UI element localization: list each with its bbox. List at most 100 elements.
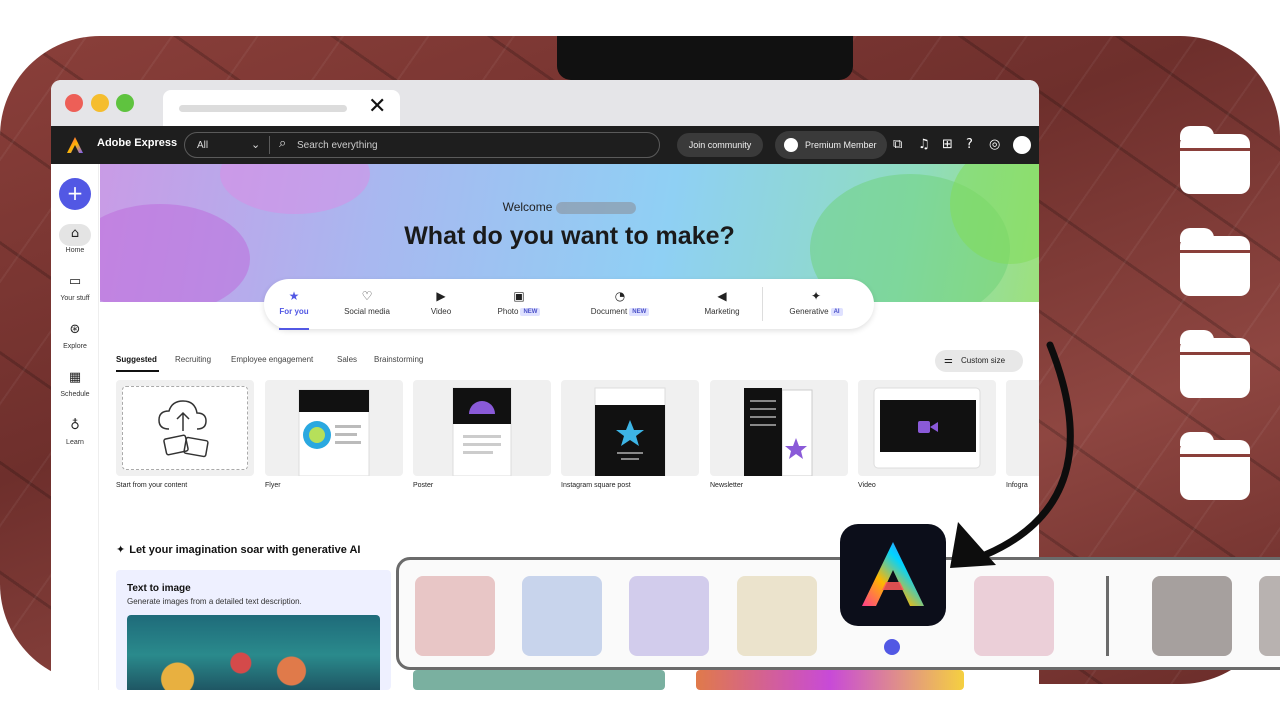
tab-photo[interactable]: ▣ Photo NEW bbox=[479, 288, 559, 316]
filter-recruiting[interactable]: Recruiting bbox=[175, 355, 211, 364]
generative-card[interactable] bbox=[696, 670, 964, 690]
adobe-express-logo[interactable] bbox=[65, 135, 85, 155]
dock-app-tile[interactable] bbox=[974, 576, 1054, 656]
template-label: Start from your content bbox=[116, 482, 188, 489]
template-card-start-from-content[interactable] bbox=[116, 380, 254, 476]
tab-marketing[interactable]: ◀ Marketing bbox=[682, 288, 762, 316]
template-card-instagram-post[interactable] bbox=[561, 380, 699, 476]
bell-icon[interactable]: ♫ bbox=[918, 136, 930, 154]
dock-app-tile[interactable] bbox=[415, 576, 495, 656]
folder-icon: ▭ bbox=[68, 274, 82, 289]
welcome-text: Welcome bbox=[100, 200, 1039, 214]
rail-label: Schedule bbox=[60, 391, 90, 398]
tab-social-media[interactable]: ♡ Social media bbox=[327, 288, 407, 316]
filter-sales[interactable]: Sales bbox=[337, 355, 357, 364]
camera-notch bbox=[557, 36, 853, 80]
new-badge: NEW bbox=[520, 307, 541, 316]
left-rail: + ⌂ Home ▭ Your stuff ⊛ Explore ▦ Schedu… bbox=[51, 164, 99, 690]
tab-label: Generative bbox=[789, 307, 829, 316]
template-card-infographic[interactable] bbox=[1006, 380, 1039, 476]
template-label: Flyer bbox=[265, 482, 281, 489]
search-scope-select[interactable]: All bbox=[197, 140, 208, 151]
rail-item-home[interactable]: ⌂ Home bbox=[51, 224, 99, 254]
template-card-newsletter[interactable] bbox=[710, 380, 848, 476]
dock-app-tile[interactable] bbox=[522, 576, 602, 656]
active-tab-underline bbox=[279, 328, 309, 330]
tab-label: Marketing bbox=[704, 307, 740, 316]
tab-divider bbox=[762, 287, 763, 321]
chevron-down-icon[interactable]: ⌄ bbox=[251, 138, 260, 151]
adobe-express-app-icon[interactable] bbox=[840, 524, 946, 626]
tab-generative[interactable]: ✦ Generative AI bbox=[776, 288, 856, 316]
tab-document[interactable]: ◔ Document NEW bbox=[580, 288, 660, 316]
upload-dropzone[interactable] bbox=[122, 386, 248, 470]
template-label: Newsletter bbox=[710, 482, 744, 489]
category-tabs: ★ For you ♡ Social media ▶ Video ▣ Photo… bbox=[264, 279, 874, 330]
lightbulb-icon: ♁ bbox=[70, 418, 80, 433]
welcome-label: Welcome bbox=[502, 200, 553, 214]
rail-item-schedule[interactable]: ▦ Schedule bbox=[51, 368, 99, 398]
rail-item-explore[interactable]: ⊛ Explore bbox=[51, 320, 99, 350]
close-window-button[interactable] bbox=[65, 94, 83, 112]
creative-cloud-icon[interactable]: ◎ bbox=[989, 136, 1000, 154]
megaphone-icon: ◀ bbox=[717, 289, 727, 303]
browser-tab[interactable]: ✕ bbox=[163, 90, 400, 126]
dock-app-tile[interactable] bbox=[1152, 576, 1232, 656]
premium-member-button[interactable]: Premium Member bbox=[775, 131, 887, 159]
custom-size-button[interactable]: ⚌ Custom size bbox=[935, 350, 1023, 372]
dock-app-tile[interactable] bbox=[737, 576, 817, 656]
brand-name: Adobe Express bbox=[97, 137, 178, 149]
rail-label: Learn bbox=[66, 439, 84, 446]
avatar[interactable] bbox=[1013, 136, 1031, 154]
rail-label: Home bbox=[65, 247, 85, 254]
running-indicator-dot bbox=[884, 639, 900, 655]
text-to-image-card[interactable]: Text to image Generate images from a det… bbox=[116, 570, 391, 690]
filter-suggested[interactable]: Suggested bbox=[116, 355, 157, 364]
dock-app-tile[interactable] bbox=[629, 576, 709, 656]
create-new-button[interactable]: + bbox=[59, 178, 91, 210]
template-card-video[interactable] bbox=[858, 380, 996, 476]
maximize-window-button[interactable] bbox=[116, 94, 134, 112]
generative-card[interactable] bbox=[413, 670, 665, 690]
thumbs-up-icon: ♡ bbox=[361, 289, 373, 303]
template-card-flyer[interactable] bbox=[265, 380, 403, 476]
template-card-poster[interactable] bbox=[413, 380, 551, 476]
calendar-icon: ▦ bbox=[68, 370, 82, 385]
text-to-image-sample bbox=[127, 615, 380, 690]
folder-icon[interactable] bbox=[1180, 228, 1250, 296]
tab-for-you[interactable]: ★ For you bbox=[254, 288, 334, 330]
tab-video[interactable]: ▶ Video bbox=[401, 288, 481, 316]
join-community-button[interactable]: Join community bbox=[677, 133, 763, 157]
dock-app-tile[interactable] bbox=[1259, 576, 1280, 656]
help-icon[interactable]: ? bbox=[966, 136, 973, 154]
premium-badge-icon bbox=[784, 138, 798, 152]
minimize-window-button[interactable] bbox=[91, 94, 109, 112]
template-label: Instagram square post bbox=[561, 482, 631, 489]
document-icon: ◔ bbox=[614, 289, 626, 303]
rail-item-your-stuff[interactable]: ▭ Your stuff bbox=[51, 272, 99, 302]
search-bar[interactable]: All ⌄ ⌕ Search everything bbox=[184, 132, 660, 158]
rail-item-learn[interactable]: ♁ Learn bbox=[51, 416, 99, 446]
template-label: Poster bbox=[413, 482, 434, 489]
close-icon[interactable]: ✕ bbox=[368, 96, 386, 118]
filter-employee-engagement[interactable]: Employee engagement bbox=[231, 355, 313, 364]
template-label: Video bbox=[858, 482, 876, 489]
custom-size-label: Custom size bbox=[961, 356, 1006, 365]
tab-label: Document bbox=[590, 307, 628, 316]
decorative-shape bbox=[100, 204, 250, 302]
text-to-image-title: Text to image bbox=[127, 583, 191, 594]
folder-icon[interactable] bbox=[1180, 126, 1250, 194]
share-icon[interactable]: ⧉ bbox=[893, 136, 902, 154]
screenshot-stage: ✕ Adobe Express All ⌄ ⌕ Search everythin… bbox=[0, 0, 1280, 720]
browser-chrome: ✕ bbox=[51, 80, 1039, 126]
apps-grid-icon[interactable]: ⊞ bbox=[942, 136, 953, 154]
search-input[interactable]: Search everything bbox=[297, 140, 378, 151]
filter-brainstorming[interactable]: Brainstorming bbox=[374, 355, 423, 364]
tab-label: Social media bbox=[344, 307, 390, 316]
folder-icon[interactable] bbox=[1180, 330, 1250, 398]
folder-icon[interactable] bbox=[1180, 432, 1250, 500]
rail-label: Your stuff bbox=[60, 295, 90, 302]
dock bbox=[396, 557, 1280, 670]
dock-separator bbox=[1106, 576, 1109, 656]
tab-label: Video bbox=[430, 307, 452, 316]
